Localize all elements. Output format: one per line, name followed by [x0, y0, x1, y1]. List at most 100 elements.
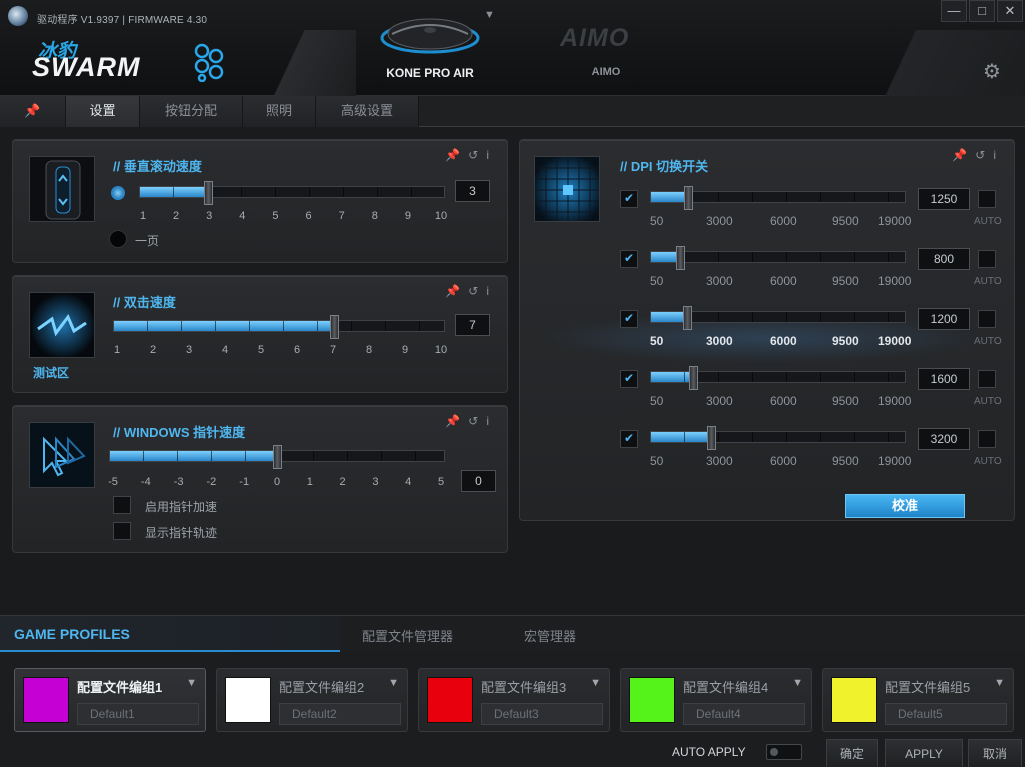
dpi-slider[interactable] [650, 426, 906, 450]
scroll-radio-page[interactable] [109, 230, 127, 248]
pointer-tick-label: -5 [108, 476, 118, 488]
slider-handle[interactable] [689, 366, 699, 390]
slider-handle[interactable] [676, 246, 686, 270]
close-button[interactable]: ✕ [997, 0, 1023, 22]
dpi-auto-checkbox[interactable] [978, 250, 996, 268]
pointer-speed-value[interactable]: 0 [461, 470, 496, 492]
profile-card[interactable]: 配置文件编组3 ▼ Default3 [418, 668, 610, 732]
auto-apply-label: AUTO APPLY [672, 745, 746, 759]
pin-tab[interactable]: 📌 [0, 96, 66, 127]
pointer-accel-checkbox[interactable] [113, 496, 131, 514]
panel-tools-icons[interactable]: 📌↺i [952, 148, 1004, 162]
apply-button[interactable]: APPLY [885, 739, 963, 767]
profile-default-field[interactable]: Default2 [279, 703, 401, 725]
profile-card[interactable]: 配置文件编组5 ▼ Default5 [822, 668, 1014, 732]
profile-color-swatch[interactable] [629, 677, 675, 723]
dpi-auto-checkbox[interactable] [978, 310, 996, 328]
dpi-tick-label: 3000 [706, 214, 733, 228]
tab-macro-manager[interactable]: 宏管理器 [524, 626, 576, 645]
pointer-trail-checkbox[interactable] [113, 522, 131, 540]
slider-handle[interactable] [707, 426, 717, 450]
test-area-icon [30, 293, 94, 357]
profile-default-field[interactable]: Default4 [683, 703, 805, 725]
dpi-enable-checkbox[interactable] [620, 430, 638, 448]
dpi-tick-label: 3000 [706, 334, 733, 348]
cancel-button[interactable]: 取消 [968, 739, 1022, 767]
dpi-slider[interactable] [650, 306, 906, 330]
slider-handle[interactable] [273, 445, 282, 469]
dpi-enable-checkbox[interactable] [620, 310, 638, 328]
pointer-speed-slider[interactable] [109, 445, 445, 469]
scroll-radio-lines[interactable] [111, 186, 125, 200]
chevron-down-icon[interactable]: ▼ [590, 677, 601, 689]
panel-tools-icons[interactable]: 📌↺i [445, 284, 497, 298]
tab-lighting[interactable]: 照明 [243, 96, 316, 127]
slider-handle[interactable] [683, 306, 693, 330]
dpi-value[interactable]: 3200 [918, 428, 970, 450]
dpi-slider[interactable] [650, 186, 906, 210]
dpi-enable-checkbox[interactable] [620, 190, 638, 208]
panel-tools-icons[interactable]: 📌↺i [445, 414, 497, 428]
tab-game-profiles[interactable]: GAME PROFILES [0, 616, 340, 652]
window-title: 驱动程序 V1.9397 | FIRMWARE 4.30 [37, 15, 208, 26]
slider-handle[interactable] [203, 181, 213, 205]
dpi-value[interactable]: 1200 [918, 308, 970, 330]
scroll-wheel-image [29, 156, 95, 222]
chevron-down-icon[interactable]: ▼ [994, 677, 1005, 689]
tab-advanced[interactable]: 高级设置 [316, 96, 419, 127]
double-click-test-area[interactable] [29, 292, 95, 358]
profile-color-swatch[interactable] [23, 677, 69, 723]
profile-card[interactable]: 配置文件编组2 ▼ Default2 [216, 668, 408, 732]
aimo-logo[interactable]: AIMO [560, 24, 629, 53]
tab-button-assignment[interactable]: 按钮分配 [140, 96, 243, 127]
device-dropdown-icon[interactable]: ▼ [484, 9, 495, 21]
dpi-value[interactable]: 1600 [918, 368, 970, 390]
tab-settings[interactable]: 设置 [66, 96, 140, 127]
restore-button[interactable]: □ [969, 0, 995, 22]
dpi-auto-label: AUTO [974, 456, 1002, 467]
double-click-value[interactable]: 7 [455, 314, 490, 336]
double-click-slider[interactable] [113, 315, 445, 339]
device-name-aimo[interactable]: AIMO [576, 66, 636, 78]
dpi-value[interactable]: 1250 [918, 188, 970, 210]
gear-icon[interactable]: ⚙ [980, 60, 1004, 84]
scroll-tick-label: 4 [239, 210, 246, 222]
dpi-enable-checkbox[interactable] [620, 370, 638, 388]
double-click-tick-label: 10 [434, 344, 448, 356]
profile-color-swatch[interactable] [831, 677, 877, 723]
profile-default-field[interactable]: Default3 [481, 703, 603, 725]
auto-apply-toggle[interactable] [766, 744, 802, 760]
ok-button[interactable]: 确定 [826, 739, 878, 767]
slider-handle[interactable] [330, 315, 339, 339]
dpi-tick-label: 9500 [832, 334, 859, 348]
slider-handle[interactable] [684, 186, 694, 210]
dpi-enable-checkbox[interactable] [620, 250, 638, 268]
scroll-speed-slider[interactable] [139, 181, 445, 205]
chevron-down-icon[interactable]: ▼ [388, 677, 399, 689]
profile-card[interactable]: 配置文件编组1 ▼ Default1 [14, 668, 206, 732]
profile-default-field[interactable]: Default5 [885, 703, 1007, 725]
calibrate-button[interactable]: 校准 [845, 494, 965, 518]
dpi-value[interactable]: 800 [918, 248, 970, 270]
dpi-auto-checkbox[interactable] [978, 190, 996, 208]
chevron-down-icon[interactable]: ▼ [792, 677, 803, 689]
dpi-tick-label: 50 [650, 334, 664, 348]
mouse-device-icon[interactable] [378, 8, 482, 60]
dpi-auto-checkbox[interactable] [978, 430, 996, 448]
device-name-kone[interactable]: KONE PRO AIR [360, 66, 500, 80]
scroll-tick-label: 5 [272, 210, 279, 222]
profile-default-field[interactable]: Default1 [77, 703, 199, 725]
profile-color-swatch[interactable] [427, 677, 473, 723]
minimize-button[interactable]: — [941, 0, 967, 22]
dpi-slider[interactable] [650, 366, 906, 390]
chevron-down-icon[interactable]: ▼ [186, 677, 197, 689]
dpi-auto-checkbox[interactable] [978, 370, 996, 388]
scroll-speed-value[interactable]: 3 [455, 180, 490, 202]
dpi-slider[interactable] [650, 246, 906, 270]
dpi-tick-label: 50 [650, 274, 664, 288]
profile-card[interactable]: 配置文件编组4 ▼ Default4 [620, 668, 812, 732]
tab-profile-manager[interactable]: 配置文件管理器 [362, 626, 453, 645]
panel-tools-icons[interactable]: 📌↺i [445, 148, 497, 162]
profile-color-swatch[interactable] [225, 677, 271, 723]
game-profiles-label: GAME PROFILES [14, 626, 130, 642]
